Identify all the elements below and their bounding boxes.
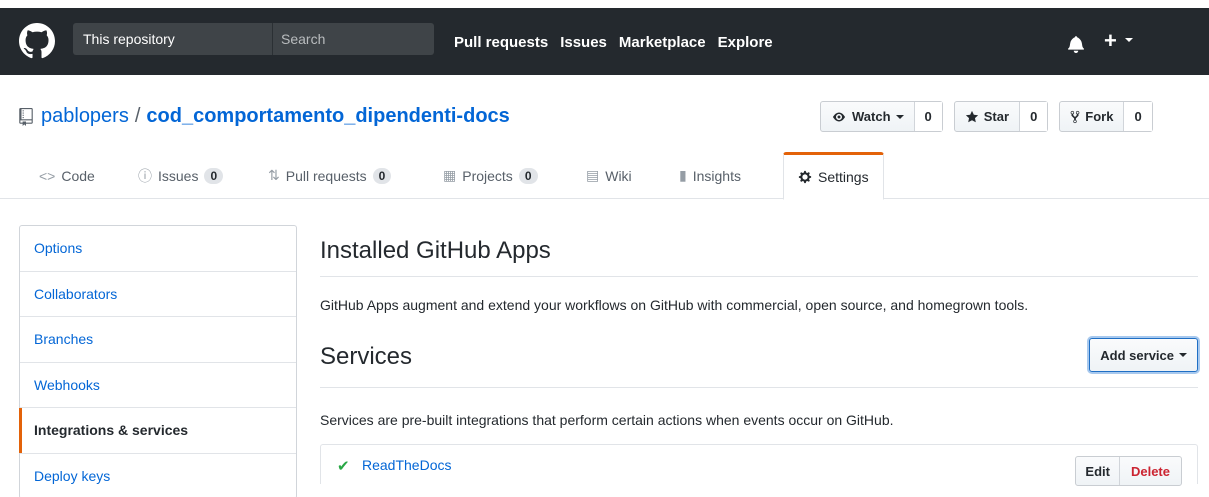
book-icon: ▤ bbox=[586, 167, 600, 183]
issues-counter: 0 bbox=[204, 167, 224, 184]
service-actions: Edit Delete bbox=[1075, 456, 1182, 486]
fork-icon bbox=[1070, 110, 1080, 123]
installed-apps-heading: Installed GitHub Apps bbox=[320, 225, 1198, 277]
tab-issues-label: Issues bbox=[158, 167, 199, 184]
search-scope-label: This repository bbox=[83, 31, 175, 47]
services-header: Services Add service bbox=[320, 335, 1198, 388]
repo-separator: / bbox=[134, 105, 141, 127]
nav-issues[interactable]: Issues bbox=[560, 34, 607, 51]
search-input[interactable] bbox=[281, 29, 426, 49]
fork-button[interactable]: Fork bbox=[1060, 102, 1123, 131]
services-description: Services are pre-built integrations that… bbox=[320, 412, 894, 428]
project-icon: ▦ bbox=[443, 167, 457, 183]
new-menu-button[interactable]: + bbox=[1104, 28, 1117, 54]
add-service-label: Add service bbox=[1100, 347, 1174, 363]
sidebar-item-options[interactable]: Options bbox=[20, 226, 296, 272]
sidebar-item-webhooks[interactable]: Webhooks bbox=[20, 363, 296, 408]
nav-marketplace[interactable]: Marketplace bbox=[619, 34, 706, 51]
star-button-group: Star 0 bbox=[953, 101, 1049, 132]
fork-label: Fork bbox=[1085, 109, 1114, 124]
tab-insights[interactable]: ▮ Insights bbox=[679, 152, 741, 199]
star-label: Star bbox=[983, 109, 1010, 124]
watch-count[interactable]: 0 bbox=[913, 102, 942, 131]
edit-button[interactable]: Edit bbox=[1076, 457, 1120, 485]
delete-button[interactable]: Delete bbox=[1120, 457, 1181, 485]
tab-settings[interactable]: Settings bbox=[783, 152, 884, 200]
nav-explore[interactable]: Explore bbox=[718, 34, 773, 51]
fork-button-group: Fork 0 bbox=[1059, 101, 1153, 132]
eye-icon bbox=[833, 112, 845, 121]
watch-label: Watch bbox=[852, 109, 891, 124]
repo-icon bbox=[19, 107, 33, 126]
settings-main: Installed GitHub Apps GitHub Apps augmen… bbox=[320, 225, 1198, 486]
star-button[interactable]: Star bbox=[955, 102, 1019, 131]
bell-icon[interactable] bbox=[1068, 35, 1084, 53]
code-icon: <> bbox=[39, 167, 56, 184]
tab-projects[interactable]: ▦ Projects 0 bbox=[443, 152, 538, 199]
sidebar-item-integrations[interactable]: Integrations & services bbox=[19, 408, 296, 454]
repo-name-link[interactable]: cod_comportamento_dipendenti-docs bbox=[146, 105, 509, 128]
tab-pull-requests[interactable]: ⇅ Pull requests 0 bbox=[268, 152, 392, 199]
watch-button-group: Watch 0 bbox=[820, 101, 943, 132]
tab-issues[interactable]: ⓘ Issues 0 bbox=[138, 152, 224, 199]
tab-wiki-label: Wiki bbox=[605, 167, 632, 184]
tab-pulls-label: Pull requests bbox=[285, 167, 367, 184]
check-icon: ✔ bbox=[337, 458, 350, 475]
search-divider bbox=[272, 23, 273, 55]
repo-title: pablopers / cod_comportamento_dipendenti… bbox=[19, 105, 510, 128]
chevron-down-icon bbox=[1125, 38, 1133, 42]
service-name-link[interactable]: ReadTheDocs bbox=[362, 457, 452, 473]
top-nav: Pull requests Issues Marketplace Explore bbox=[454, 34, 773, 51]
settings-sidebar: Options Collaborators Branches Webhooks … bbox=[19, 225, 297, 497]
star-count[interactable]: 0 bbox=[1019, 102, 1048, 131]
fork-count[interactable]: 0 bbox=[1123, 102, 1152, 131]
star-icon bbox=[965, 110, 978, 122]
services-heading: Services bbox=[320, 343, 413, 370]
pagehead-actions: Watch 0 Star 0 Fork 0 bbox=[820, 101, 1153, 132]
sidebar-item-deploy-keys[interactable]: Deploy keys bbox=[20, 454, 296, 497]
tab-code[interactable]: <> Code bbox=[39, 152, 95, 199]
tab-settings-label: Settings bbox=[818, 169, 869, 185]
tab-insights-label: Insights bbox=[692, 167, 741, 184]
tab-code-label: Code bbox=[61, 167, 95, 184]
pulls-counter: 0 bbox=[372, 167, 392, 184]
pull-request-icon: ⇅ bbox=[268, 167, 280, 183]
watch-button[interactable]: Watch bbox=[821, 102, 914, 131]
chevron-down-icon bbox=[895, 114, 904, 119]
tab-projects-label: Projects bbox=[462, 167, 513, 184]
gear-icon bbox=[798, 170, 812, 184]
chevron-down-icon bbox=[1179, 353, 1187, 357]
global-header: This repository Pull requests Issues Mar… bbox=[0, 8, 1209, 75]
issue-icon: ⓘ bbox=[138, 167, 152, 184]
repo-nav: <> Code ⓘ Issues 0 ⇅ Pull requests 0 ▦ P… bbox=[0, 152, 1209, 200]
add-service-button[interactable]: Add service bbox=[1089, 338, 1198, 372]
projects-counter: 0 bbox=[518, 167, 538, 184]
nav-pull-requests[interactable]: Pull requests bbox=[454, 34, 548, 51]
graph-icon: ▮ bbox=[679, 167, 687, 183]
github-logo-icon[interactable] bbox=[19, 23, 55, 59]
search-box[interactable]: This repository bbox=[73, 23, 434, 55]
repo-owner-link[interactable]: pablopers bbox=[41, 105, 129, 128]
installed-apps-description: GitHub Apps augment and extend your work… bbox=[320, 297, 1029, 313]
tab-wiki[interactable]: ▤ Wiki bbox=[586, 152, 632, 199]
sidebar-item-branches[interactable]: Branches bbox=[20, 317, 296, 363]
sidebar-item-collaborators[interactable]: Collaborators bbox=[20, 272, 296, 317]
service-list-item: ✔ ReadTheDocs Edit Delete bbox=[320, 444, 1198, 486]
